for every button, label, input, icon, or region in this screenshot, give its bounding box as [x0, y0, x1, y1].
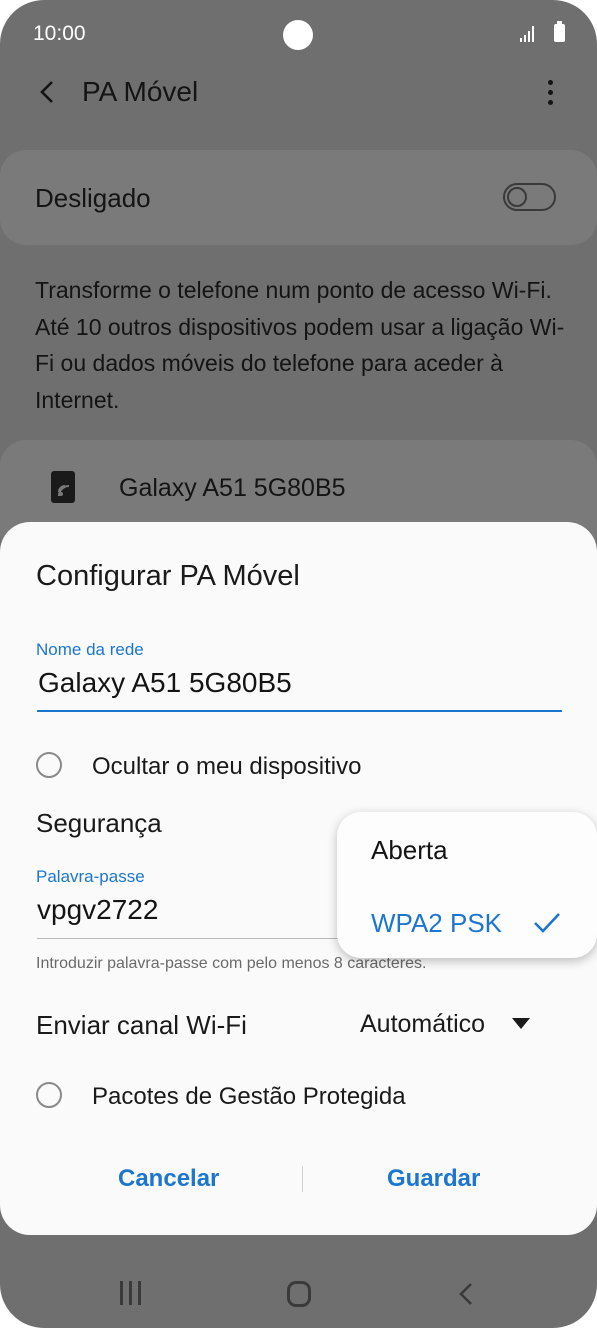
hotspot-device-icon [51, 471, 75, 503]
hotspot-description: Transforme o telefone num ponto de acess… [35, 277, 565, 413]
camera-cutout [283, 20, 313, 50]
channel-dropdown[interactable]: Automático [360, 1010, 485, 1039]
hotspot-state-label: Desligado [35, 183, 151, 213]
dialog-title: Configurar PA Móvel [36, 560, 300, 592]
back-arrow-icon[interactable] [34, 78, 62, 106]
battery-icon [554, 21, 565, 42]
nav-back-icon[interactable] [457, 1282, 475, 1306]
dropdown-arrow-icon[interactable] [512, 1018, 530, 1029]
recent-apps-icon[interactable] [119, 1281, 143, 1307]
security-label: Segurança [36, 808, 162, 838]
hide-device-checkbox[interactable] [36, 752, 62, 778]
signal-icon [520, 26, 534, 42]
check-icon [534, 913, 560, 933]
home-icon[interactable] [287, 1281, 311, 1307]
network-name: Galaxy A51 5G80B5 [119, 474, 346, 502]
more-options-icon[interactable] [540, 80, 560, 108]
network-name-underline [37, 710, 562, 712]
password-input[interactable]: vpgv2722 [37, 894, 158, 926]
network-name-label: Nome da rede [36, 640, 144, 659]
password-label: Palavra-passe [36, 867, 145, 886]
save-button[interactable]: Guardar [387, 1165, 480, 1193]
hotspot-switch[interactable] [503, 183, 556, 211]
security-option-open[interactable]: Aberta [371, 835, 448, 866]
pmf-checkbox[interactable] [36, 1082, 62, 1108]
channel-label: Enviar canal Wi-Fi [36, 1010, 247, 1040]
page-title: PA Móvel [82, 76, 199, 107]
hide-device-label[interactable]: Ocultar o meu dispositivo [92, 753, 361, 781]
network-name-input[interactable]: Galaxy A51 5G80B5 [38, 667, 292, 699]
cancel-button[interactable]: Cancelar [118, 1165, 219, 1193]
status-time: 10:00 [33, 22, 86, 45]
security-option-wpa2[interactable]: WPA2 PSK [371, 908, 502, 939]
status-bar: 10:00 [0, 0, 597, 70]
pmf-label[interactable]: Pacotes de Gestão Protegida [92, 1083, 406, 1111]
phone-screen: 10:00 PA Móvel Desligado Transforme o te… [0, 0, 597, 1328]
button-divider [302, 1166, 303, 1192]
